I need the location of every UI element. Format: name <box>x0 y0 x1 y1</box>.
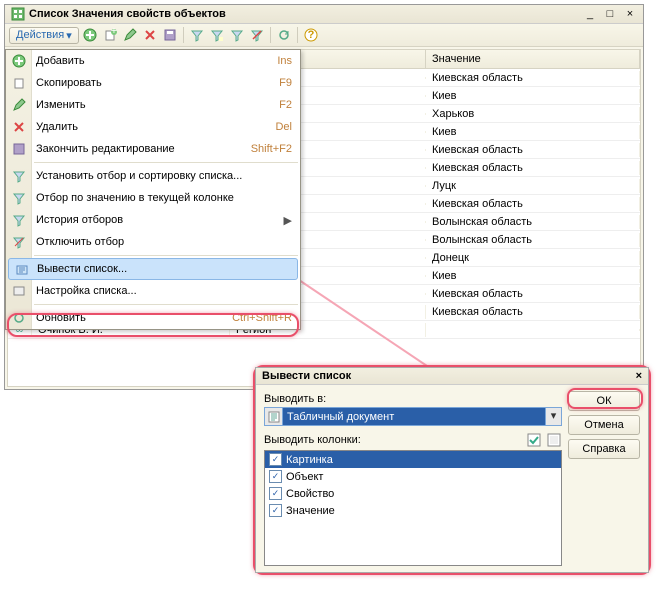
dialog-title: Вывести список <box>262 370 351 382</box>
close-button[interactable]: × <box>623 8 637 20</box>
checkbox[interactable]: ✓ <box>269 470 282 483</box>
menu-refresh[interactable]: Обновить Ctrl+Shift+R <box>6 307 300 329</box>
menu-filter-off[interactable]: Отключить отбор <box>6 231 300 253</box>
menu-end-edit[interactable]: Закончить редактирование Shift+F2 <box>6 138 300 160</box>
dialog-titlebar: Вывести список × <box>256 368 648 385</box>
list-item[interactable]: ✓ Свойство <box>265 485 561 502</box>
edit-icon <box>10 96 28 114</box>
output-to-combo[interactable]: Табличный документ ▾ <box>264 407 562 426</box>
list-item[interactable]: ✓ Объект <box>265 468 561 485</box>
column-header-value[interactable]: Значение <box>426 50 640 68</box>
cell: Волынская область <box>426 215 640 229</box>
app-icon <box>11 7 25 21</box>
list-item-label: Объект <box>286 471 323 483</box>
checkbox[interactable]: ✓ <box>269 504 282 517</box>
output-list-dialog: Вывести список × Выводить в: Табличный д… <box>255 367 649 573</box>
maximize-button[interactable]: □ <box>603 8 617 20</box>
list-item-label: Значение <box>286 505 335 517</box>
ok-button[interactable]: ОК <box>568 391 640 411</box>
refresh-icon <box>10 309 28 327</box>
menu-edit[interactable]: Изменить F2 <box>6 94 300 116</box>
add-icon[interactable] <box>81 26 99 44</box>
cell: Харьков <box>426 107 640 121</box>
help-button[interactable]: Справка <box>568 439 640 459</box>
title-bar: Список Значения свойств объектов _ □ × <box>5 5 643 24</box>
cell: Киевская область <box>426 305 640 319</box>
actions-button-label: Действия <box>16 29 64 41</box>
help-icon[interactable]: ? <box>302 26 320 44</box>
menu-delete[interactable]: Удалить Del <box>6 116 300 138</box>
toolbar: Действия ▾ + ? <box>5 24 643 47</box>
cell: Донецк <box>426 251 640 265</box>
filter-history-icon <box>10 211 28 229</box>
chevron-right-icon: ▶ <box>284 214 292 227</box>
list-item[interactable]: ✓ Картинка <box>265 451 561 468</box>
check-all-button[interactable] <box>526 432 542 448</box>
output-icon <box>13 261 31 279</box>
cell <box>426 329 640 331</box>
dialog-close-button[interactable]: × <box>636 370 642 382</box>
chevron-down-icon: ▾ <box>545 408 561 425</box>
filter-value-icon[interactable] <box>208 26 226 44</box>
copy-icon <box>10 74 28 92</box>
menu-filter-sort[interactable]: Установить отбор и сортировку списка... <box>6 165 300 187</box>
menu-filter-history[interactable]: История отборов ▶ <box>6 209 300 231</box>
cell: Киев <box>426 89 640 103</box>
filter-off-icon[interactable] <box>248 26 266 44</box>
cell: Киев <box>426 125 640 139</box>
output-to-label: Выводить в: <box>264 393 562 405</box>
refresh-icon[interactable] <box>275 26 293 44</box>
list-item-label: Свойство <box>286 488 334 500</box>
cell: Киевская область <box>426 161 640 175</box>
annotation-dialog-highlight: Вывести список × Выводить в: Табличный д… <box>253 365 651 575</box>
columns-list[interactable]: ✓ Картинка ✓ Объект ✓ Свойство ✓ Значение <box>264 450 562 566</box>
checkbox[interactable]: ✓ <box>269 453 282 466</box>
cell: Киевская область <box>426 197 640 211</box>
actions-button[interactable]: Действия ▾ <box>9 27 79 44</box>
doc-icon <box>265 408 283 425</box>
cell: Киевская область <box>426 71 640 85</box>
list-item-label: Картинка <box>286 454 333 466</box>
combo-value: Табличный документ <box>283 411 545 423</box>
settings-icon <box>10 282 28 300</box>
delete-icon <box>10 118 28 136</box>
edit-icon[interactable] <box>121 26 139 44</box>
filter-icon[interactable] <box>188 26 206 44</box>
cell: Волынская область <box>426 233 640 247</box>
save-icon <box>10 140 28 158</box>
add-icon <box>10 52 28 70</box>
menu-output-list[interactable]: Вывести список... <box>8 258 298 280</box>
cancel-button[interactable]: Отмена <box>568 415 640 435</box>
chevron-down-icon: ▾ <box>66 29 72 42</box>
main-window: Список Значения свойств объектов _ □ × Д… <box>4 4 644 390</box>
delete-icon[interactable] <box>141 26 159 44</box>
cell: Луцк <box>426 179 640 193</box>
window-title: Список Значения свойств объектов <box>29 8 226 20</box>
filter-history-icon[interactable] <box>228 26 246 44</box>
copy-icon[interactable]: + <box>101 26 119 44</box>
menu-add[interactable]: Добавить Ins <box>6 50 300 72</box>
filter-value-icon <box>10 189 28 207</box>
svg-text:+: + <box>111 28 117 37</box>
output-columns-label: Выводить колонки: <box>264 434 522 446</box>
save-icon[interactable] <box>161 26 179 44</box>
menu-copy[interactable]: Скопировать F9 <box>6 72 300 94</box>
filter-off-icon <box>10 233 28 251</box>
uncheck-all-button[interactable] <box>546 432 562 448</box>
checkbox[interactable]: ✓ <box>269 487 282 500</box>
list-item[interactable]: ✓ Значение <box>265 502 561 519</box>
filter-icon <box>10 167 28 185</box>
menu-list-settings[interactable]: Настройка списка... <box>6 280 300 302</box>
menu-filter-value[interactable]: Отбор по значению в текущей колонке <box>6 187 300 209</box>
minimize-button[interactable]: _ <box>583 8 597 20</box>
cell: Киевская область <box>426 143 640 157</box>
svg-text:?: ? <box>307 29 314 41</box>
cell: Киевская область <box>426 287 640 301</box>
cell: Киев <box>426 269 640 283</box>
actions-menu: Добавить Ins Скопировать F9 Изменить F2 … <box>5 49 301 330</box>
